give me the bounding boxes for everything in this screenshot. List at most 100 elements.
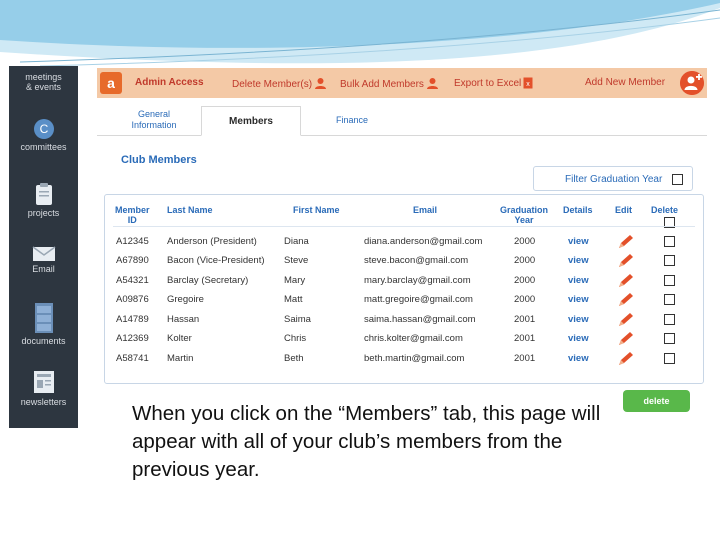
cell-email: matt.gregoire@gmail.com (364, 294, 473, 305)
admin-title: Admin Access (135, 77, 204, 88)
sidebar-item-email[interactable]: Email (9, 246, 78, 274)
table-row: A54321 Barclay (Secretary) Mary mary.bar… (105, 272, 705, 291)
clipboard-icon (35, 183, 52, 205)
table-row: A12369 Kolter Chris chris.kolter@gmail.c… (105, 330, 705, 349)
view-details-link[interactable]: view (568, 275, 589, 286)
cell-first-name: Diana (284, 236, 309, 247)
cell-graduation-year: 2000 (514, 294, 536, 305)
delete-button[interactable]: delete (623, 390, 690, 412)
cell-member-id: A67890 (116, 255, 149, 266)
col-header-email: Email (413, 205, 438, 215)
cell-last-name: Kolter (167, 333, 192, 344)
cell-email: diana.anderson@gmail.com (364, 236, 483, 247)
row-delete-checkbox[interactable] (664, 294, 675, 305)
view-details-link[interactable]: view (568, 294, 589, 305)
tab-general-information[interactable]: General Information (111, 106, 197, 136)
row-delete-checkbox[interactable] (664, 275, 675, 286)
cell-email: chris.kolter@gmail.com (364, 333, 463, 344)
envelope-icon (32, 246, 55, 261)
tab-members[interactable]: Members (201, 106, 301, 136)
tab-bar: General Information Members Finance (97, 106, 707, 136)
row-delete-checkbox[interactable] (664, 314, 675, 325)
filter-label: Filter Graduation Year (565, 174, 663, 185)
sidebar-item-meetings[interactable]: meetings & events (9, 72, 78, 92)
slide-caption: When you click on the “Members” tab, thi… (132, 402, 601, 481)
sidebar-item-committees[interactable]: C committees (9, 118, 78, 152)
cell-member-id: A14789 (116, 314, 149, 325)
sidebar-item-label: meetings & events (25, 72, 62, 92)
pencil-icon[interactable] (617, 292, 635, 308)
excel-icon: x (523, 77, 533, 89)
add-users-icon (426, 78, 438, 89)
header-divider (113, 226, 695, 227)
cell-member-id: A12345 (116, 236, 149, 247)
row-delete-checkbox[interactable] (664, 333, 675, 344)
cell-member-id: A54321 (116, 275, 149, 286)
view-details-link[interactable]: view (568, 314, 589, 325)
cell-email: mary.barclay@gmail.com (364, 275, 471, 286)
pencil-icon[interactable] (617, 331, 635, 347)
cell-graduation-year: 2000 (514, 236, 536, 247)
cell-last-name: Anderson (President) (167, 236, 257, 247)
svg-text:C: C (39, 122, 48, 136)
sidebar-item-label: documents (21, 336, 66, 346)
committees-c-icon: C (33, 119, 54, 139)
row-delete-checkbox[interactable] (664, 236, 675, 247)
cell-last-name: Barclay (Secretary) (167, 275, 249, 286)
remove-user-icon (315, 78, 327, 89)
col-header-member-id: Member ID (115, 205, 150, 225)
col-header-delete: Delete (651, 205, 679, 215)
table-row: A14789 Hassan Saima saima.hassan@gmail.c… (105, 311, 705, 330)
row-delete-checkbox[interactable] (664, 353, 675, 364)
pencil-icon[interactable] (617, 312, 635, 328)
sidebar-item-projects[interactable]: projects (9, 182, 78, 218)
sidebar-item-label: newsletters (20, 397, 67, 407)
pencil-icon[interactable] (617, 234, 635, 250)
sidebar-item-newsletters[interactable]: newsletters (9, 369, 78, 407)
action-label: Export to Excel (454, 78, 522, 89)
add-user-icon[interactable] (680, 71, 704, 95)
export-excel-action[interactable]: Export to Excel x (454, 77, 533, 89)
sidebar-item-documents[interactable]: documents (9, 302, 78, 346)
admin-bar: a Admin Access Delete Member(s) Bulk Add… (97, 68, 707, 98)
view-details-link[interactable]: view (568, 353, 589, 364)
cell-last-name: Martin (167, 353, 194, 364)
table-row: A58741 Martin Beth beth.martin@gmail.com… (105, 350, 705, 369)
row-delete-checkbox[interactable] (664, 255, 675, 266)
view-details-link[interactable]: view (568, 255, 589, 266)
cell-member-id: A09876 (116, 294, 149, 305)
cell-first-name: Steve (284, 255, 309, 266)
pencil-icon[interactable] (617, 273, 635, 289)
cell-member-id: A12369 (116, 333, 149, 344)
view-details-link[interactable]: view (568, 333, 589, 344)
cell-graduation-year: 2001 (514, 314, 536, 325)
sidebar: meetings & events C committees projects … (9, 66, 78, 428)
filter-graduation-year: Filter Graduation Year (533, 166, 693, 191)
newspaper-icon (33, 371, 54, 393)
sidebar-item-label: committees (20, 142, 67, 152)
cell-graduation-year: 2001 (514, 333, 536, 344)
pencil-icon[interactable] (617, 253, 635, 269)
table-row: A09876 Gregoire Matt matt.gregoire@gmail… (105, 291, 705, 310)
filter-checkbox[interactable] (672, 174, 683, 185)
table-row: A12345 Anderson (President) Diana diana.… (105, 233, 705, 252)
sidebar-item-label: projects (27, 208, 60, 218)
svg-text:x: x (527, 81, 531, 88)
cell-first-name: Beth (284, 353, 304, 364)
cell-email: beth.martin@gmail.com (364, 353, 465, 364)
bulk-add-members-action[interactable]: Bulk Add Members (340, 77, 439, 90)
delete-members-action[interactable]: Delete Member(s) (232, 77, 327, 90)
col-header-details: Details (563, 205, 593, 215)
cell-first-name: Mary (284, 275, 306, 286)
admin-badge: a (100, 72, 122, 94)
col-header-edit: Edit (615, 205, 632, 215)
view-details-link[interactable]: view (568, 236, 589, 247)
slide-header-decoration (0, 0, 720, 67)
cell-graduation-year: 2000 (514, 275, 536, 286)
add-new-member-action[interactable]: Add New Member (585, 77, 665, 88)
tab-finance[interactable]: Finance (317, 106, 387, 136)
pencil-icon[interactable] (617, 351, 635, 367)
col-header-first-name: First Name (293, 205, 340, 215)
cell-last-name: Gregoire (167, 294, 204, 305)
col-header-last-name: Last Name (167, 205, 213, 215)
